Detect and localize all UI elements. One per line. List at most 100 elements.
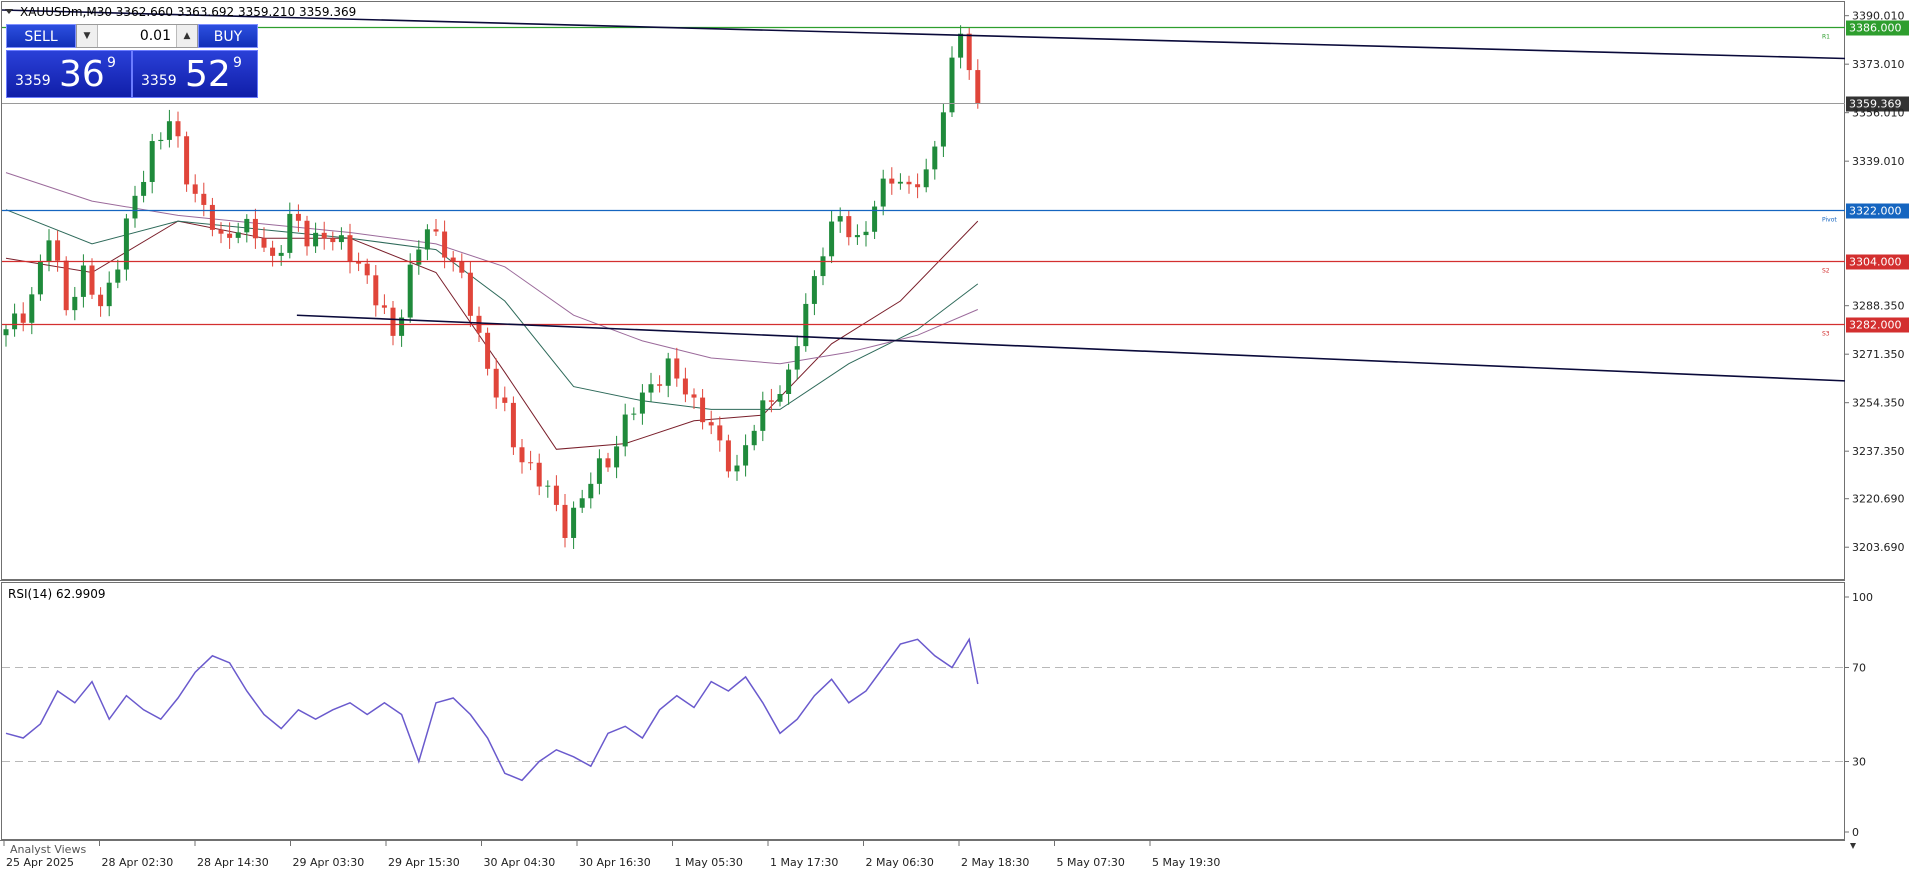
- time-axis-label: 5 May 07:30: [1057, 856, 1125, 869]
- chart-window[interactable]: R1 3386.000 Pivot 3322.000 S2 3304.000 S3 3282.…: [0, 0, 1916, 874]
- candle-body: [906, 181, 912, 185]
- candle-body: [201, 193, 207, 205]
- candle-body: [485, 332, 491, 369]
- candle-body: [528, 462, 534, 464]
- time-axis-label: 28 Apr 14:30: [197, 856, 269, 869]
- rsi-plot-frame: [1, 582, 1845, 840]
- analyst-views-label[interactable]: Analyst Views: [10, 843, 86, 856]
- candle-body: [915, 184, 921, 188]
- lot-size-value[interactable]: 0.01: [99, 25, 175, 47]
- candle-body: [72, 296, 78, 311]
- candle-body: [889, 178, 895, 184]
- candle-body: [820, 256, 826, 277]
- candle-body: [510, 402, 516, 448]
- candle-body: [553, 485, 559, 505]
- level-tag: Pivot: [1822, 217, 1837, 224]
- candle-body: [55, 240, 61, 261]
- candle-body: [596, 458, 602, 484]
- candle-body: [940, 112, 946, 147]
- candle-body: [330, 238, 336, 243]
- candle-body: [252, 218, 258, 239]
- candle-body: [373, 275, 379, 306]
- candle-body: [966, 33, 972, 71]
- candle-body: [37, 261, 43, 295]
- candle-body: [12, 313, 18, 330]
- sell-button[interactable]: SELL: [6, 24, 76, 48]
- lot-size-stepper[interactable]: ▼ 0.01 ▲: [76, 24, 198, 48]
- candle-body: [270, 247, 276, 256]
- rsi-label: RSI(14) 62.9909: [8, 587, 106, 601]
- rsi-axis-label: 100: [1852, 591, 1873, 604]
- candle-body: [313, 232, 319, 247]
- time-axis-label: 29 Apr 03:30: [293, 856, 365, 869]
- chevron-up-icon[interactable]: ▲: [176, 25, 197, 47]
- candle-body: [158, 139, 164, 142]
- buy-button[interactable]: BUY: [198, 24, 258, 48]
- candle-body: [3, 329, 9, 336]
- candle-body: [115, 269, 121, 283]
- chart-canvas[interactable]: R1 3386.000 Pivot 3322.000 S2 3304.000 S3 3282.…: [0, 0, 1916, 874]
- candle-body: [141, 181, 147, 196]
- rsi-line: [5, 637, 979, 782]
- chart-shift-icon[interactable]: [1850, 843, 1856, 849]
- time-axis-label: 30 Apr 16:30: [579, 856, 651, 869]
- candle-body: [278, 252, 284, 256]
- level-price-label: 3386.000: [1849, 22, 1902, 35]
- candle-body: [579, 498, 585, 508]
- candle-body: [209, 204, 215, 230]
- chevron-down-icon[interactable]: ▼: [77, 25, 98, 47]
- buy-price-button[interactable]: 3359 52 9: [132, 50, 258, 98]
- time-axis-label: 30 Apr 04:30: [484, 856, 556, 869]
- candle-body: [459, 261, 465, 273]
- candle-body: [20, 313, 26, 323]
- sell-price-button[interactable]: 3359 36 9: [6, 50, 132, 98]
- rsi-axis-label: 0: [1852, 826, 1859, 839]
- candle-body: [975, 70, 981, 104]
- candle-body: [854, 235, 860, 238]
- candle-body: [708, 422, 714, 426]
- level-price-label: 3322.000: [1849, 205, 1902, 218]
- time-axis-label: 29 Apr 15:30: [388, 856, 460, 869]
- candle-body: [751, 430, 757, 446]
- moving-average-line: [5, 172, 978, 365]
- candle-body: [390, 307, 396, 336]
- level-tag: R1: [1822, 34, 1830, 41]
- candle-body: [811, 276, 817, 304]
- candle-body: [227, 233, 233, 238]
- candle-body: [356, 262, 362, 264]
- candle-body: [149, 141, 155, 182]
- main-plot-frame: [1, 1, 1845, 580]
- price-axis-label: 3390.010: [1852, 10, 1905, 23]
- candle-body: [192, 184, 198, 194]
- candle-body: [949, 57, 955, 113]
- candle-body: [89, 265, 95, 295]
- level-price-label: 3282.000: [1849, 319, 1902, 332]
- candle-body: [536, 462, 542, 487]
- candle-body: [631, 413, 637, 415]
- candle-body: [493, 368, 499, 398]
- candle-body: [184, 136, 190, 185]
- candle-body: [639, 392, 645, 414]
- candle-body: [235, 232, 241, 238]
- candle-body: [682, 378, 688, 395]
- candle-body: [175, 121, 181, 137]
- triangle-down-icon[interactable]: [5, 9, 13, 14]
- candle-body: [338, 235, 344, 243]
- buy-price-prefix: 3359: [141, 73, 177, 89]
- candle-body: [562, 504, 568, 538]
- candle-body: [786, 369, 792, 394]
- candle-body: [80, 265, 86, 297]
- candle-body: [665, 358, 671, 386]
- buy-price-big: 52: [185, 54, 231, 95]
- candle-body: [897, 181, 903, 184]
- candle-body: [347, 235, 353, 263]
- candle-body: [700, 397, 706, 423]
- time-axis-label: 1 May 05:30: [675, 856, 743, 869]
- candle-body: [777, 393, 783, 402]
- level-tag: S2: [1822, 268, 1830, 275]
- candle-body: [958, 33, 964, 58]
- price-axis-label: 3373.010: [1852, 58, 1905, 71]
- time-axis-label: 2 May 18:30: [961, 856, 1029, 869]
- candle-body: [588, 483, 594, 499]
- candle-body: [442, 231, 448, 258]
